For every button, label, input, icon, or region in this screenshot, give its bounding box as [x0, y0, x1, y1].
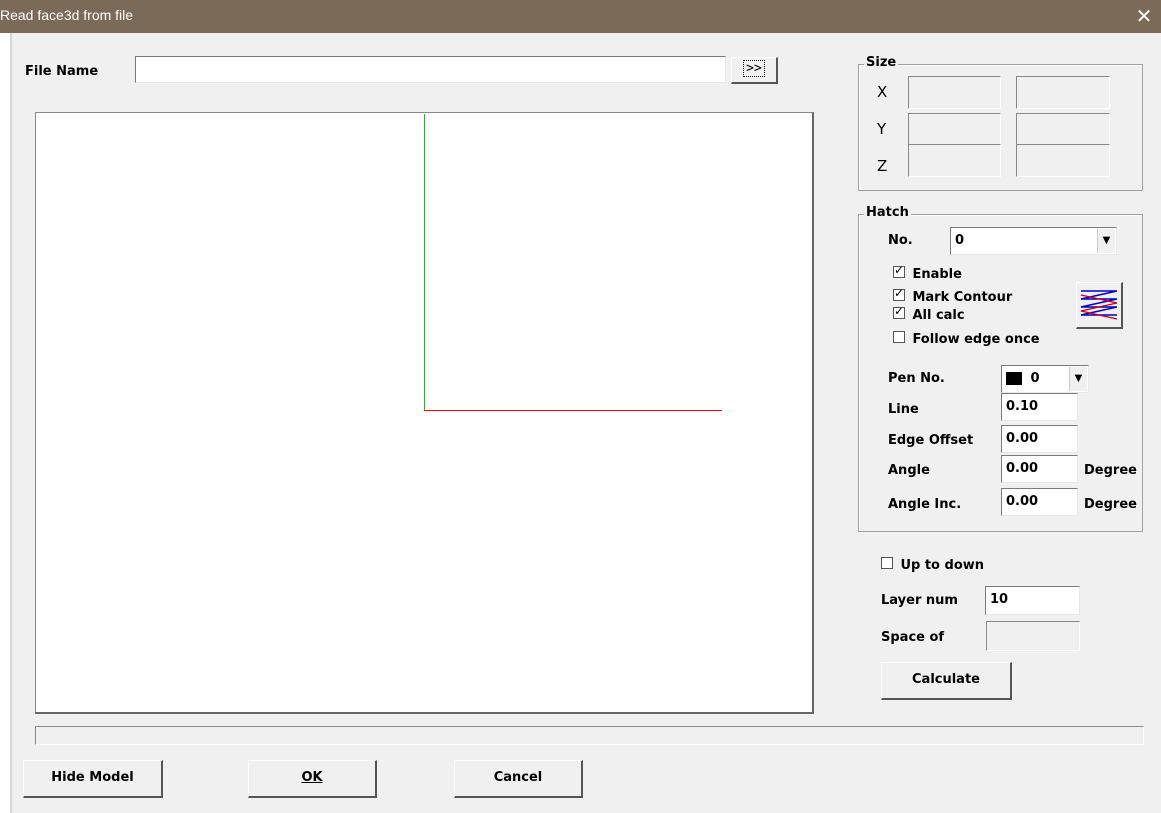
- angle-input[interactable]: 0.00: [1001, 455, 1078, 483]
- follow-edge-check-icon: [893, 331, 905, 343]
- angle-inc-input[interactable]: 0.00: [1001, 488, 1078, 516]
- mark-contour-label: Mark Contour: [912, 290, 1013, 305]
- y-axis-line: [424, 114, 425, 411]
- browse-button-label: >>: [743, 60, 765, 77]
- space-of-label: Space of: [881, 630, 945, 645]
- follow-edge-label: Follow edge once: [912, 332, 1040, 347]
- window-title: Read face3d from file: [0, 7, 134, 23]
- size-z-min: [908, 144, 1001, 177]
- hatch-no-select[interactable]: 0 ▼: [950, 227, 1117, 255]
- pen-no-value: 0: [1030, 371, 1040, 386]
- all-calc-check-icon: [893, 304, 905, 319]
- file-name-input[interactable]: [135, 56, 726, 83]
- chevron-down-icon: ▼: [1069, 367, 1087, 391]
- dialog-body: File Name >> Size X Y Z Hatch No. 0 ▼ En…: [12, 33, 1161, 813]
- layer-num-input[interactable]: 10: [985, 586, 1080, 615]
- background-window-edge: [0, 33, 12, 813]
- pen-no-select[interactable]: 0 ▼: [1001, 365, 1089, 393]
- model-preview[interactable]: [35, 112, 814, 714]
- size-x-max: [1016, 76, 1110, 109]
- hatch-group-label: Hatch: [864, 205, 911, 220]
- space-of-field: [986, 621, 1080, 651]
- ok-button-label: OK: [301, 770, 323, 785]
- pen-color-swatch: [1006, 372, 1022, 385]
- browse-button[interactable]: >>: [731, 57, 778, 84]
- line-input[interactable]: 0.10: [1001, 393, 1078, 421]
- hatch-no-label: No.: [888, 233, 913, 248]
- size-x-min: [908, 76, 1001, 109]
- chevron-down-icon: ▼: [1097, 229, 1115, 253]
- title-bar: Read face3d from file ✕: [0, 0, 1161, 33]
- size-y-label: Y: [877, 120, 887, 138]
- angle-inc-label: Angle Inc.: [888, 497, 962, 512]
- mark-contour-check-icon: [893, 286, 905, 301]
- up-to-down-checkbox[interactable]: Up to down: [881, 557, 984, 573]
- angle-inc-unit: Degree: [1084, 497, 1137, 512]
- up-to-down-label: Up to down: [900, 558, 985, 573]
- cancel-button-label: Cancel: [493, 770, 543, 785]
- all-calc-checkbox[interactable]: All calc: [893, 304, 965, 323]
- size-x-label: X: [877, 83, 888, 101]
- size-y-min: [908, 113, 1001, 146]
- up-to-down-check-icon: [881, 557, 893, 569]
- file-name-label: File Name: [25, 64, 99, 79]
- hide-model-button[interactable]: Hide Model: [23, 760, 163, 798]
- pen-no-label: Pen No.: [888, 371, 945, 386]
- size-group-label: Size: [864, 55, 899, 70]
- enable-label: Enable: [912, 267, 962, 282]
- close-icon[interactable]: ✕: [1131, 4, 1157, 28]
- enable-check-icon: [893, 263, 905, 278]
- hatch-pattern-button[interactable]: [1076, 282, 1123, 329]
- edge-offset-input[interactable]: 0.00: [1001, 425, 1078, 453]
- x-axis-line: [424, 410, 722, 411]
- size-y-max: [1016, 113, 1110, 146]
- layer-num-label: Layer num: [881, 593, 958, 608]
- edge-offset-label: Edge Offset: [888, 433, 974, 448]
- angle-label: Angle: [888, 463, 930, 478]
- size-z-max: [1016, 144, 1110, 177]
- follow-edge-checkbox[interactable]: Follow edge once: [893, 331, 1040, 347]
- line-label: Line: [888, 402, 919, 417]
- size-z-label: Z: [877, 157, 888, 175]
- all-calc-label: All calc: [912, 308, 965, 323]
- hatch-pattern-icon: [1080, 290, 1118, 320]
- hatch-no-value: 0: [955, 233, 965, 248]
- mark-contour-checkbox[interactable]: Mark Contour: [893, 286, 1013, 305]
- progress-bar: [35, 726, 1144, 745]
- enable-checkbox[interactable]: Enable: [893, 263, 962, 282]
- calculate-button[interactable]: Calculate: [881, 662, 1012, 700]
- angle-unit: Degree: [1084, 463, 1137, 478]
- cancel-button[interactable]: Cancel: [454, 760, 583, 798]
- ok-button[interactable]: OK: [248, 760, 377, 798]
